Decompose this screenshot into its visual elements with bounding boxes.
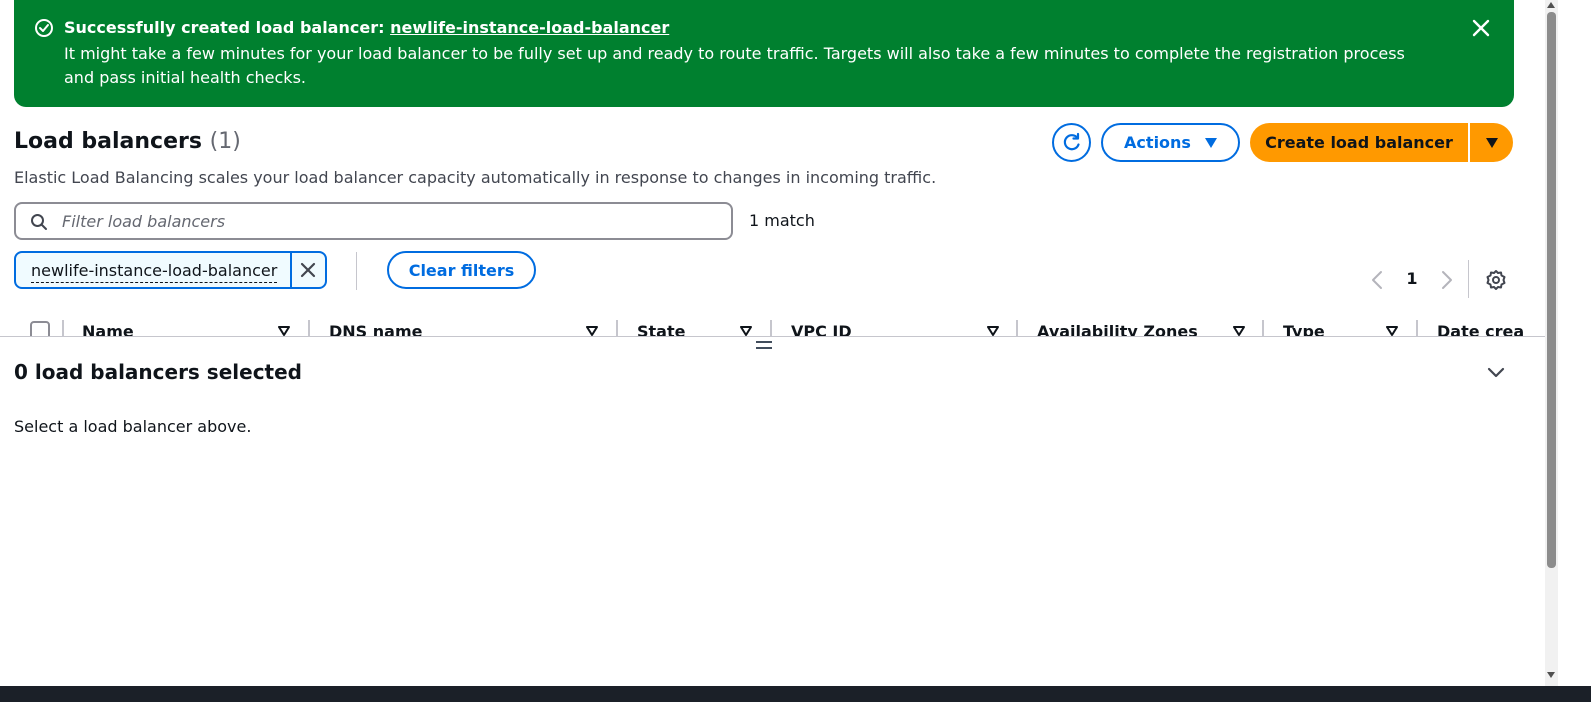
sort-icon: [987, 326, 999, 336]
previous-page-icon[interactable]: [1370, 270, 1384, 290]
filter-token-label[interactable]: newlife-instance-load-balancer: [31, 260, 278, 283]
load-balancer-link[interactable]: newlife-instance-load-balancer: [390, 18, 669, 37]
split-panel-divider: [0, 336, 1545, 337]
column-label: State: [637, 322, 686, 337]
create-load-balancer-label: Create load balancer: [1265, 133, 1453, 152]
actions-label: Actions: [1124, 133, 1191, 152]
column-label: DNS name: [329, 322, 423, 337]
bottom-bar: [0, 686, 1591, 702]
next-page-icon[interactable]: [1440, 270, 1454, 290]
column-header-availability-zones[interactable]: Availability Zones: [1016, 312, 1262, 337]
column-label: Type: [1283, 322, 1325, 337]
column-label: VPC ID: [791, 322, 852, 337]
filter-separator: [356, 252, 357, 290]
match-count: 1 match: [749, 211, 815, 230]
scrollbar-thumb[interactable]: [1547, 12, 1556, 568]
column-header-dns-name[interactable]: DNS name: [308, 312, 616, 337]
scroll-up-arrow-icon[interactable]: [1547, 2, 1555, 8]
sort-icon: [740, 326, 752, 336]
caret-down-icon: [1204, 137, 1217, 148]
refresh-icon: [1063, 132, 1080, 151]
column-label: Date crea: [1437, 322, 1525, 337]
select-all-checkbox[interactable]: [30, 321, 50, 337]
column-label: Name: [82, 322, 134, 337]
page-number[interactable]: 1: [1400, 268, 1424, 290]
actions-dropdown-button[interactable]: Actions: [1101, 123, 1240, 162]
pagination-separator: [1468, 260, 1469, 298]
token-divider: [290, 253, 292, 287]
scroll-down-arrow-icon[interactable]: [1547, 672, 1555, 678]
column-header-date-created[interactable]: Date crea: [1416, 312, 1540, 337]
page-title-text: Load balancers: [14, 129, 202, 154]
details-panel-title: 0 load balancers selected: [14, 360, 302, 384]
flash-title-prefix: Successfully created load balancer:: [64, 18, 385, 37]
details-empty-text: Select a load balancer above.: [14, 417, 252, 436]
create-load-balancer-menu-button[interactable]: [1470, 123, 1513, 162]
filter-input[interactable]: [60, 208, 720, 234]
refresh-button[interactable]: [1052, 123, 1091, 162]
remove-token-icon[interactable]: [298, 260, 318, 280]
caret-down-icon: [1485, 137, 1498, 148]
success-flash-banner: Successfully created load balancer: newl…: [14, 0, 1514, 107]
split-panel-resize-handle[interactable]: [756, 341, 772, 353]
clear-filters-button[interactable]: Clear filters: [387, 251, 536, 289]
sort-icon: [278, 326, 290, 336]
success-check-circle-icon: [35, 19, 53, 37]
table-header: Name DNS name State VPC ID Availability …: [0, 312, 1540, 337]
create-load-balancer-button[interactable]: Create load balancer: [1250, 123, 1468, 162]
search-icon: [31, 214, 47, 230]
page-description: Elastic Load Balancing scales your load …: [14, 168, 937, 187]
column-label: Availability Zones: [1037, 322, 1198, 337]
load-balancer-count: (1): [209, 129, 241, 154]
column-header-state[interactable]: State: [616, 312, 770, 337]
filter-token: newlife-instance-load-balancer: [14, 251, 327, 289]
sort-icon: [1233, 326, 1245, 336]
flash-title: Successfully created load balancer: newl…: [64, 17, 669, 39]
filter-box: [14, 202, 733, 240]
chevron-down-icon[interactable]: [1486, 365, 1506, 381]
close-icon[interactable]: [1470, 17, 1492, 39]
gear-icon[interactable]: [1484, 268, 1508, 292]
clear-filters-label: Clear filters: [408, 260, 515, 280]
sort-icon: [1386, 326, 1398, 336]
column-header-vpc-id[interactable]: VPC ID: [770, 312, 1016, 337]
sort-icon: [586, 326, 598, 336]
flash-message: It might take a few minutes for your loa…: [64, 44, 1405, 87]
column-header-type[interactable]: Type: [1262, 312, 1416, 337]
column-header-name[interactable]: Name: [62, 312, 308, 337]
page-title: Load balancers (1): [14, 127, 241, 157]
